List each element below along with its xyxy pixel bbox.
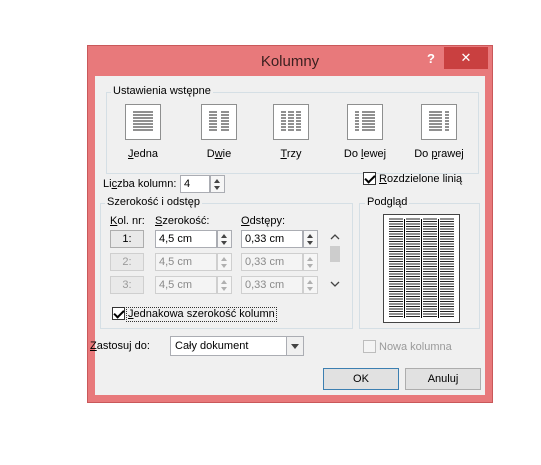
spacing-input-2[interactable]: 0,33 cm: [241, 253, 303, 271]
spacing-spinner-2[interactable]: [303, 253, 318, 271]
column-number-1: 1:: [110, 230, 144, 248]
spin-up-icon: [221, 257, 227, 261]
preset-three-label: Trzy: [280, 148, 302, 160]
right-columns-icon: [429, 111, 449, 131]
checkmark-icon: [113, 307, 125, 319]
preset-left-button[interactable]: [347, 104, 383, 140]
column-number-3: 3:: [110, 276, 144, 294]
spin-down-icon: [307, 287, 313, 291]
three-columns-icon: [281, 111, 301, 131]
apply-to-dropdown[interactable]: Cały dokument: [170, 336, 304, 356]
spin-down-icon: [221, 287, 227, 291]
width-spinner-2[interactable]: [217, 253, 232, 271]
spin-down-icon: [221, 264, 227, 268]
close-icon: ✕: [460, 50, 472, 65]
preview-page: [383, 214, 460, 323]
line-between-checkbox[interactable]: [363, 172, 376, 185]
width-input-2[interactable]: 4,5 cm: [155, 253, 217, 271]
spin-up-icon: [307, 234, 313, 238]
checkmark-icon: [364, 172, 376, 184]
spin-up-icon: [307, 280, 313, 284]
columns-scrollbar[interactable]: [328, 230, 342, 294]
help-button[interactable]: ?: [427, 51, 435, 66]
column-number-2: 2:: [110, 253, 144, 271]
left-columns-icon: [355, 111, 375, 131]
presets-group-label: Ustawienia wstępne: [111, 85, 213, 98]
close-button[interactable]: ✕: [444, 47, 488, 69]
column-count-input[interactable]: 4: [180, 175, 210, 193]
preset-right-label: Do prawej: [414, 148, 464, 160]
preset-right-button[interactable]: [421, 104, 457, 140]
one-column-icon: [133, 111, 153, 131]
width-spinner-3[interactable]: [217, 276, 232, 294]
equal-width-checkbox[interactable]: [112, 307, 125, 320]
col-number-header: Kol. nr:: [110, 215, 145, 227]
cancel-button[interactable]: Anuluj: [405, 368, 481, 390]
preview-graphic: [383, 214, 460, 323]
width-input-1[interactable]: 4,5 cm: [155, 230, 217, 248]
spin-up-icon: [221, 280, 227, 284]
spacing-input-3[interactable]: 0,33 cm: [241, 276, 303, 294]
line-between-label: Rozdzielone linią: [379, 173, 463, 185]
spin-up-icon: [221, 234, 227, 238]
column-count-spinner[interactable]: [210, 175, 225, 193]
preset-three-button[interactable]: [273, 104, 309, 140]
chevron-down-icon: [291, 344, 299, 349]
two-columns-icon: [209, 111, 229, 131]
dropdown-arrow[interactable]: [286, 337, 303, 355]
spin-up-icon: [214, 179, 220, 183]
apply-to-label: Zastosuj do:: [90, 340, 150, 352]
title-bar[interactable]: Kolumny ? ✕: [88, 46, 492, 76]
spin-down-icon: [221, 241, 227, 245]
preset-one-button[interactable]: [125, 104, 161, 140]
new-column-label: Nowa kolumna: [379, 341, 452, 353]
preset-one-label: Jedna: [128, 148, 158, 160]
width-input-3[interactable]: 4,5 cm: [155, 276, 217, 294]
apply-to-value: Cały dokument: [175, 340, 249, 352]
preset-left-label: Do lewej: [343, 148, 387, 160]
spin-up-icon: [307, 257, 313, 261]
ok-button[interactable]: OK: [323, 368, 399, 390]
column-count-label: Liczba kolumn:: [103, 178, 177, 190]
scrollbar-graphic: [330, 234, 340, 287]
preset-two-button[interactable]: [201, 104, 237, 140]
width-spacing-group-label: Szerokość i odstęp: [105, 196, 202, 209]
spin-down-icon: [214, 186, 220, 190]
new-column-checkbox[interactable]: [363, 340, 376, 353]
spacing-spinner-3[interactable]: [303, 276, 318, 294]
preview-group-label: Podgląd: [365, 196, 410, 209]
spin-down-icon: [307, 241, 313, 245]
dialog-body: Ustawienia wstępne Jedna Dwie Trzy Do le…: [90, 76, 485, 395]
spin-down-icon: [307, 264, 313, 268]
width-header: Szerokość:: [155, 215, 210, 227]
width-spinner-1[interactable]: [217, 230, 232, 248]
spacing-input-1[interactable]: 0,33 cm: [241, 230, 303, 248]
spacing-header: Odstępy:: [241, 215, 286, 227]
preset-two-label: Dwie: [206, 148, 232, 160]
columns-dialog: Kolumny ? ✕ Ustawienia wstępne Jedna Dwi…: [87, 45, 493, 403]
equal-width-label: Jednakowa szerokość kolumn: [126, 307, 277, 322]
spacing-spinner-1[interactable]: [303, 230, 318, 248]
